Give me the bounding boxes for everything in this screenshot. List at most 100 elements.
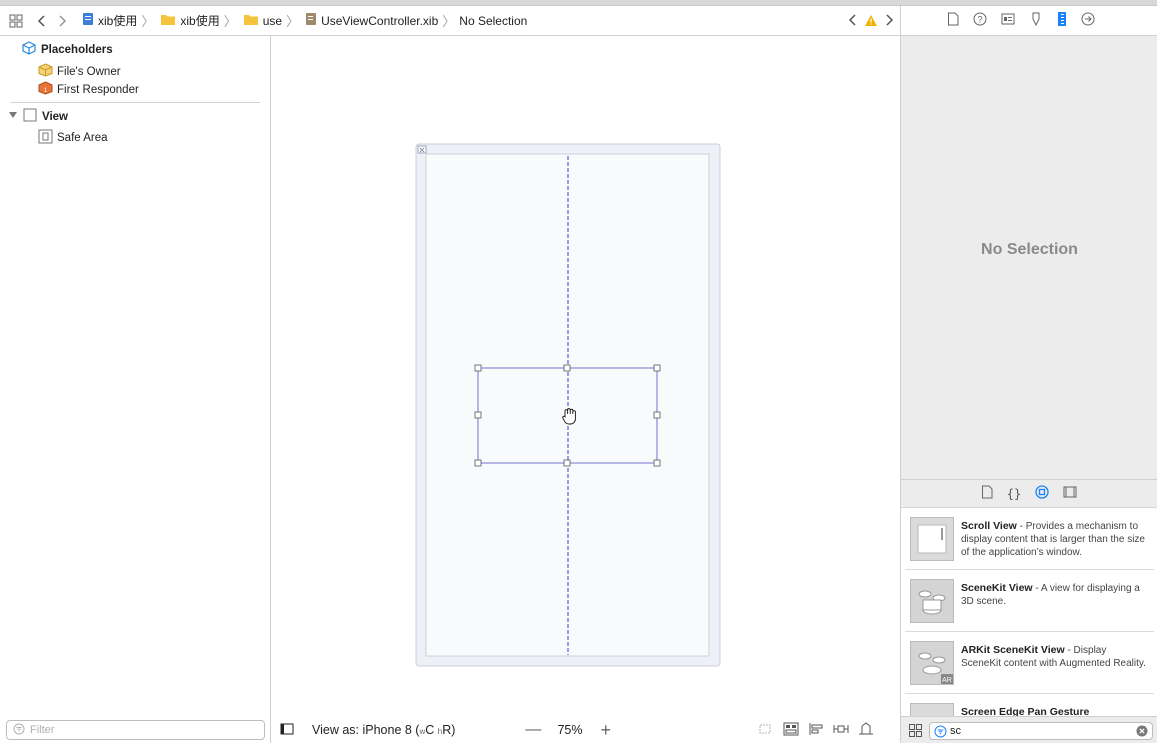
outline-label: Safe Area	[57, 132, 108, 144]
breadcrumb-label: use	[262, 13, 283, 28]
library-item[interactable]: SceneKit View - A view for displaying a …	[905, 570, 1154, 632]
folder-icon	[160, 13, 176, 29]
library-item[interactable]: AR ARKit SceneKit View - Display SceneKi…	[905, 632, 1154, 694]
align-icon[interactable]	[808, 722, 824, 739]
outline-files-owner[interactable]: File's Owner	[38, 63, 121, 80]
scenekit-view-thumbnail-icon	[910, 579, 954, 623]
outline-label: Placeholders	[41, 43, 113, 56]
outline-label: File's Owner	[57, 65, 121, 78]
xib-file-icon	[305, 12, 317, 29]
resolve-auto-layout-icon[interactable]	[858, 721, 874, 739]
media-library-icon[interactable]	[1063, 486, 1077, 501]
breadcrumb-folder[interactable]: use	[243, 13, 282, 29]
outline-safe-area[interactable]: Safe Area	[38, 129, 108, 147]
outline-label: First Responder	[57, 83, 139, 96]
library-item-text: ARKit SceneKit View - Display SceneKit c…	[961, 644, 1149, 670]
breadcrumb-separator: 〉	[442, 14, 456, 29]
folder-icon	[243, 13, 259, 29]
warning-icon[interactable]	[864, 14, 878, 30]
size-class-c: C	[425, 723, 435, 737]
connections-inspector-icon[interactable]	[1081, 12, 1095, 29]
view-as-label: View as: iPhone 8 (	[312, 723, 420, 737]
library-item-name: Screen Edge Pan Gesture	[961, 706, 1090, 716]
library-item-name: SceneKit View	[961, 582, 1033, 594]
search-filter-icon	[934, 725, 947, 741]
breadcrumb-label: No Selection	[459, 13, 528, 28]
attributes-inspector-icon[interactable]	[1029, 12, 1043, 29]
canvas-bottom-bar: View as: iPhone 8 (wC hR) — 75% +	[271, 717, 900, 743]
back-arrow-icon[interactable]	[34, 13, 50, 29]
outline-placeholders[interactable]: Placeholders	[22, 41, 113, 58]
forward-arrow-icon[interactable]	[54, 13, 70, 29]
zoom-level[interactable]: 75%	[557, 723, 582, 737]
files-owner-cube-icon	[38, 63, 53, 80]
scroll-view-thumbnail-icon	[910, 517, 954, 561]
zoom-in-button[interactable]: +	[600, 720, 611, 741]
view-icon	[23, 108, 37, 125]
inspector-panel: No Selection	[900, 36, 1157, 479]
update-frames-icon[interactable]	[757, 722, 773, 739]
library-selector-bar: {}	[900, 479, 1157, 507]
inspector-selector-bar: ?	[900, 6, 1157, 36]
view-as-device-button[interactable]: View as: iPhone 8 (wC hR)	[312, 723, 455, 737]
project-file-icon	[82, 12, 94, 29]
file-inspector-icon[interactable]	[947, 12, 959, 29]
placeholders-cube-icon	[22, 41, 36, 58]
library-item-name: ARKit SceneKit View	[961, 644, 1065, 656]
gesture-thumbnail-icon	[910, 703, 954, 716]
library-item[interactable]: Scroll View - Provides a mechanism to di…	[905, 508, 1154, 570]
no-selection-label: No Selection	[981, 241, 1078, 258]
library-search-value: sc	[950, 725, 961, 737]
document-outline: Placeholders File's Owner 1 First Respon…	[0, 36, 271, 743]
outline-filter-field[interactable]: Filter	[6, 720, 265, 740]
next-issue-icon[interactable]	[884, 13, 894, 30]
help-inspector-icon[interactable]: ?	[973, 12, 987, 29]
previous-issue-icon[interactable]	[848, 13, 858, 30]
breadcrumb-file[interactable]: UseViewController.xib	[305, 12, 438, 29]
outline-view[interactable]: View	[8, 108, 68, 125]
arkit-scenekit-view-thumbnail-icon: AR	[910, 641, 954, 685]
identity-inspector-icon[interactable]	[1001, 12, 1015, 29]
breadcrumb-separator: 〉	[286, 14, 300, 29]
hand-cursor-icon	[562, 408, 576, 425]
add-constraints-icon[interactable]	[833, 722, 849, 739]
breadcrumb-selection[interactable]: No Selection	[459, 14, 527, 28]
object-library-list: Scroll View - Provides a mechanism to di…	[900, 507, 1157, 716]
outline-divider	[10, 102, 260, 103]
jump-bar: xib使用 〉 xib使用 〉 use 〉 UseViewController.…	[0, 6, 900, 36]
disclosure-triangle-icon[interactable]	[8, 110, 18, 123]
breadcrumb-label: xib使用	[180, 14, 220, 28]
safe-area-icon	[38, 129, 53, 147]
svg-text:?: ?	[977, 15, 982, 25]
related-items-icon[interactable]	[8, 13, 24, 29]
outline-label: View	[42, 110, 68, 123]
embed-in-stack-icon[interactable]	[783, 722, 799, 739]
library-search-row: sc	[900, 716, 1157, 743]
filter-icon	[13, 723, 25, 738]
library-item[interactable]: Screen Edge Pan Gesture	[905, 694, 1154, 716]
breadcrumb-label: xib使用	[98, 14, 138, 28]
library-grid-toggle-icon[interactable]	[909, 724, 922, 740]
size-class-r: R)	[442, 723, 456, 737]
breadcrumb-separator: 〉	[223, 14, 237, 29]
toggle-outline-icon[interactable]	[280, 723, 294, 738]
library-item-text: Scroll View - Provides a mechanism to di…	[961, 520, 1149, 559]
zoom-out-button[interactable]: —	[525, 721, 541, 739]
filter-placeholder: Filter	[30, 724, 55, 736]
library-search-field[interactable]: sc	[929, 722, 1153, 740]
svg-text:AR: AR	[942, 677, 952, 684]
breadcrumb-label: UseViewController.xib	[321, 13, 439, 28]
library-item-text: Screen Edge Pan Gesture	[961, 706, 1149, 716]
clear-search-icon[interactable]	[1136, 725, 1148, 740]
code-snippet-library-icon[interactable]: {}	[1007, 487, 1021, 501]
breadcrumb-separator: 〉	[141, 14, 155, 29]
file-template-library-icon[interactable]	[981, 485, 993, 502]
breadcrumb-project[interactable]: xib使用	[82, 12, 137, 29]
interface-builder-canvas[interactable]	[271, 36, 900, 743]
library-item-name: Scroll View	[961, 520, 1017, 532]
object-library-icon[interactable]	[1035, 485, 1049, 502]
library-item-text: SceneKit View - A view for displaying a …	[961, 582, 1149, 608]
size-inspector-icon[interactable]	[1057, 11, 1067, 30]
breadcrumb-group[interactable]: xib使用	[160, 12, 220, 29]
outline-first-responder[interactable]: 1 First Responder	[38, 81, 139, 98]
